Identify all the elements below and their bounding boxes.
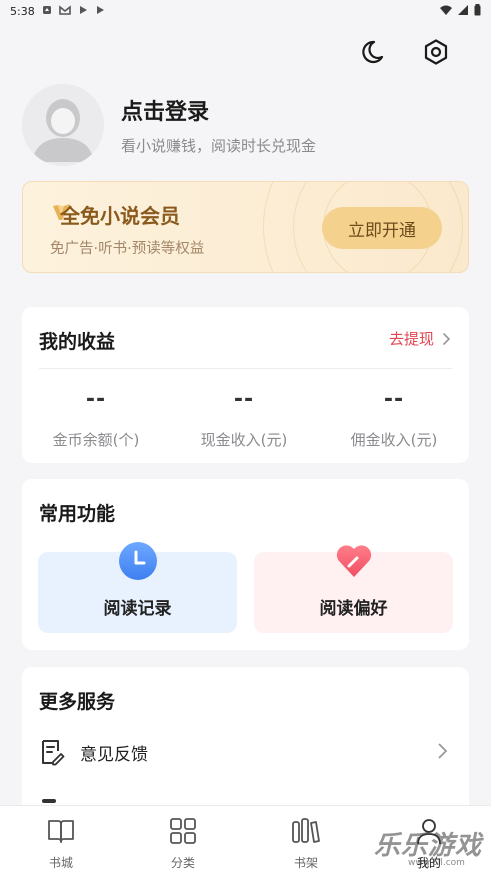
book-icon — [48, 820, 74, 843]
stat-value: -- — [233, 387, 255, 412]
status-right — [440, 3, 481, 19]
feedback-row[interactable]: 意见反馈 — [39, 735, 452, 769]
nav-label: 分类 — [170, 856, 195, 870]
vip-open-button[interactable]: 立即开通 — [322, 207, 442, 249]
stat-label: 金币余额(个) — [52, 431, 140, 449]
settings-icon — [424, 39, 448, 65]
login-title[interactable]: 点击登录 — [121, 94, 209, 126]
reading-preference-tile[interactable]: 阅读偏好 — [254, 545, 453, 633]
stat-commission[interactable]: -- 佣金收入(元) — [324, 387, 464, 450]
stat-label: 佣金收入(元) — [350, 431, 438, 449]
next-row-icon — [42, 799, 56, 803]
clock-icon — [119, 542, 157, 580]
vip-title: 全免小说会员 — [60, 204, 180, 228]
chevron-right-icon — [438, 743, 448, 759]
heart-icon — [336, 545, 372, 577]
status-bar: 5:38 — [0, 0, 491, 22]
vip-subtitle: 免广告·听书·预读等权益 — [50, 241, 205, 257]
stat-cash[interactable]: -- 现金收入(元) — [174, 387, 314, 450]
nav-bookshelf[interactable]: 书架 — [266, 816, 346, 871]
nav-label: 书架 — [293, 856, 318, 870]
battery-icon — [474, 3, 481, 19]
functions-card: 常用功能 阅读记录 阅读偏好 — [22, 479, 469, 650]
status-time: 5:38 — [10, 4, 35, 18]
watermark: 乐乐游戏 — [374, 831, 483, 861]
earnings-title: 我的收益 — [39, 331, 116, 353]
watermark-url: www.6ll.com — [408, 858, 465, 868]
nav-categories[interactable]: 分类 — [143, 816, 223, 871]
mail-icon — [58, 4, 71, 18]
signal-icon — [458, 4, 468, 18]
functions-title: 常用功能 — [39, 503, 116, 525]
default-avatar-icon — [22, 84, 104, 166]
stat-value: -- — [85, 387, 107, 412]
nav-bookstore[interactable]: 书城 — [21, 816, 101, 871]
notification-icon — [42, 5, 52, 18]
chevron-right-icon — [442, 332, 451, 345]
stat-label: 现金收入(元) — [200, 431, 288, 449]
grid-icon — [170, 818, 196, 844]
withdraw-link[interactable]: 去提现 — [389, 328, 451, 349]
reading-history-tile[interactable]: 阅读记录 — [38, 542, 237, 633]
play-icon — [78, 5, 88, 18]
earnings-card: 我的收益 去提现 -- 金币余额(个) -- 现金收入(元) -- 佣金收入(元… — [22, 307, 469, 463]
play-icon — [95, 5, 105, 18]
status-left: 5:38 — [10, 5, 105, 18]
wifi-icon — [440, 5, 452, 18]
stat-value: -- — [383, 387, 405, 412]
avatar[interactable] — [22, 84, 104, 166]
feedback-label: 意见反馈 — [80, 744, 148, 765]
services-title: 更多服务 — [39, 691, 116, 713]
withdraw-label: 去提现 — [388, 330, 434, 348]
settings-button[interactable] — [421, 37, 451, 67]
reading-history-label: 阅读记录 — [103, 599, 172, 619]
moon-icon — [362, 40, 384, 64]
services-card: 更多服务 意见反馈 — [22, 667, 469, 827]
reading-preference-label: 阅读偏好 — [319, 599, 388, 619]
divider — [39, 368, 452, 369]
night-mode-button[interactable] — [356, 37, 386, 67]
stat-coins[interactable]: -- 金币余额(个) — [26, 387, 166, 450]
nav-label: 书城 — [48, 856, 73, 870]
login-subtitle: 看小说赚钱，阅读时长兑现金 — [121, 137, 317, 155]
bookshelf-icon — [292, 818, 320, 843]
feedback-icon — [42, 740, 65, 766]
